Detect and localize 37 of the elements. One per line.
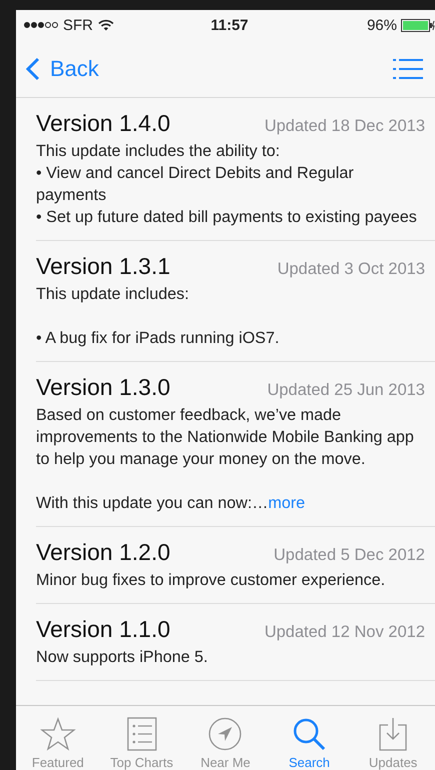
battery-icon	[400, 18, 435, 32]
search-icon	[292, 717, 326, 751]
version-title: Version 1.2.0	[36, 539, 170, 566]
tab-item[interactable]: Updates	[351, 706, 435, 770]
chevron-left-icon	[26, 56, 40, 80]
download-tray-icon	[379, 717, 408, 751]
version-title: Version 1.4.0	[36, 110, 170, 137]
update-date: Updated 18 Dec 2013	[264, 117, 425, 136]
wifi-icon	[98, 19, 114, 31]
version-title: Version 1.1.0	[36, 616, 170, 643]
release-note-text: Minor bug fixes to improve customer experience.	[36, 571, 386, 589]
update-date: Updated 3 Oct 2013	[277, 260, 425, 279]
tab-item[interactable]: Top Charts	[100, 706, 184, 770]
more-link[interactable]: more	[268, 494, 306, 512]
version-title: Version 1.3.0	[36, 374, 170, 401]
release-note-text: This update includes:	[36, 285, 189, 303]
tab-item[interactable]: Near Me	[184, 706, 268, 770]
release-note-text: Now supports iPhone 5.	[36, 648, 208, 666]
clock-time: 11:57	[210, 16, 248, 34]
release-note-text: • A bug fix for iPads running iOS7.	[36, 329, 280, 347]
carrier-name: SFR	[63, 16, 93, 34]
update-date: Updated 5 Dec 2012	[274, 546, 425, 565]
update-date: Updated 12 Nov 2012	[264, 623, 425, 642]
release-note-text: This update includes the ability to:	[36, 142, 280, 160]
tab-item[interactable]: Search	[267, 706, 352, 770]
release-note-text: With this update you can now:…	[36, 494, 268, 512]
list-icon[interactable]	[393, 58, 423, 80]
list-icon	[126, 717, 157, 751]
release-note-text: • Set up future dated bill payments to existing payees	[36, 208, 417, 226]
release-note-text: Based on customer feedback, we’ve made improvements to the Nationwide Mobile Banking app to help you manage your money on the move.	[36, 406, 414, 468]
back-button[interactable]: Back	[26, 56, 99, 82]
battery-percent: 96%	[366, 16, 397, 34]
star-icon	[40, 717, 76, 751]
tab-item[interactable]: Featured	[16, 706, 100, 770]
update-date: Updated 25 Jun 2013	[267, 381, 425, 400]
release-note-text: • View and cancel Direct Debits and Regular payments	[36, 164, 354, 204]
version-title: Version 1.3.1	[36, 253, 170, 280]
